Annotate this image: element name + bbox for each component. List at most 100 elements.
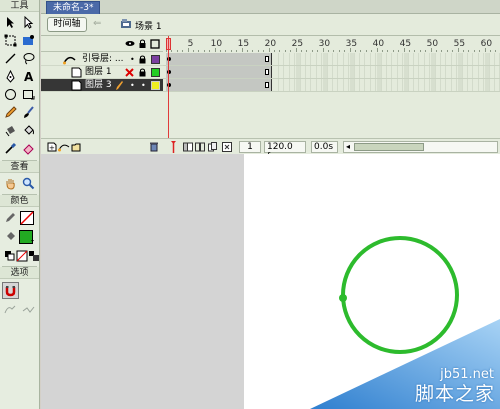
empty-frame[interactable] bbox=[420, 79, 425, 91]
edit-multiple-frames-icon[interactable] bbox=[208, 142, 218, 152]
empty-frame[interactable] bbox=[355, 53, 360, 65]
empty-frame[interactable] bbox=[393, 53, 398, 65]
scroll-left-arrow[interactable]: ◂ bbox=[346, 142, 350, 152]
layer-name[interactable]: 图层 3 bbox=[85, 80, 112, 91]
empty-frame[interactable] bbox=[452, 53, 458, 65]
empty-frame[interactable] bbox=[447, 53, 452, 65]
empty-frame[interactable] bbox=[285, 66, 290, 78]
insert-folder-icon[interactable] bbox=[71, 142, 81, 152]
empty-frame[interactable] bbox=[495, 66, 500, 78]
back-arrow-icon[interactable]: ⇐ bbox=[93, 18, 101, 29]
empty-frame[interactable] bbox=[398, 66, 404, 78]
empty-frame[interactable] bbox=[322, 79, 328, 91]
outline-all-icon[interactable] bbox=[150, 39, 160, 49]
empty-frame[interactable] bbox=[403, 53, 409, 65]
empty-frame[interactable] bbox=[360, 79, 366, 91]
empty-frame[interactable] bbox=[290, 66, 296, 78]
empty-frame[interactable] bbox=[414, 79, 420, 91]
empty-frame[interactable] bbox=[295, 79, 301, 91]
empty-frame[interactable] bbox=[339, 79, 344, 91]
selection-tool[interactable] bbox=[2, 14, 19, 31]
empty-frame[interactable] bbox=[403, 79, 409, 91]
empty-frame[interactable] bbox=[495, 79, 500, 91]
empty-frame[interactable] bbox=[468, 79, 474, 91]
empty-frame[interactable] bbox=[403, 66, 409, 78]
empty-frame[interactable] bbox=[441, 66, 447, 78]
pen-tool[interactable] bbox=[2, 68, 19, 85]
layer-outline-color[interactable] bbox=[151, 68, 160, 77]
empty-frame[interactable] bbox=[398, 53, 404, 65]
layer-name[interactable]: 图层 1 bbox=[85, 67, 112, 78]
eraser-tool[interactable] bbox=[20, 140, 37, 157]
frame-span[interactable] bbox=[166, 53, 272, 65]
empty-frame[interactable] bbox=[344, 66, 350, 78]
empty-frame[interactable] bbox=[295, 66, 301, 78]
empty-frame[interactable] bbox=[355, 79, 360, 91]
empty-frame[interactable] bbox=[441, 79, 447, 91]
hidden-x-icon[interactable] bbox=[125, 68, 134, 77]
empty-frame[interactable] bbox=[317, 53, 323, 65]
empty-frame[interactable] bbox=[387, 66, 393, 78]
current-frame-field[interactable]: 1 bbox=[239, 141, 261, 153]
empty-frame[interactable] bbox=[371, 53, 377, 65]
empty-frame[interactable] bbox=[414, 53, 420, 65]
empty-frame[interactable] bbox=[420, 53, 425, 65]
empty-frame[interactable] bbox=[306, 79, 312, 91]
empty-frame[interactable] bbox=[349, 79, 355, 91]
empty-frame[interactable] bbox=[468, 53, 474, 65]
elapsed-time-field[interactable]: 0.0s bbox=[311, 141, 338, 153]
empty-frame[interactable] bbox=[387, 79, 393, 91]
empty-frame[interactable] bbox=[306, 66, 312, 78]
empty-frame[interactable] bbox=[430, 79, 436, 91]
empty-frame[interactable] bbox=[349, 66, 355, 78]
empty-frame[interactable] bbox=[479, 79, 485, 91]
frame-span[interactable] bbox=[166, 79, 272, 91]
empty-frame[interactable] bbox=[425, 66, 431, 78]
fill-color-swatch[interactable] bbox=[18, 228, 35, 245]
empty-frame[interactable] bbox=[290, 79, 296, 91]
empty-frame[interactable] bbox=[463, 53, 468, 65]
brush-tool[interactable] bbox=[20, 104, 37, 121]
empty-frame[interactable] bbox=[339, 53, 344, 65]
empty-frame[interactable] bbox=[393, 66, 398, 78]
empty-frame[interactable] bbox=[317, 66, 323, 78]
empty-frame[interactable] bbox=[447, 66, 452, 78]
empty-frame[interactable] bbox=[360, 53, 366, 65]
empty-frame[interactable] bbox=[349, 53, 355, 65]
onion-outlines-icon[interactable] bbox=[195, 142, 205, 152]
empty-frame[interactable] bbox=[409, 53, 414, 65]
empty-frame[interactable] bbox=[474, 53, 479, 65]
empty-frame[interactable] bbox=[382, 79, 387, 91]
empty-frame[interactable] bbox=[420, 66, 425, 78]
empty-frame[interactable] bbox=[328, 53, 333, 65]
empty-frame[interactable] bbox=[317, 79, 323, 91]
layer-name[interactable]: 引导层: ... bbox=[82, 54, 123, 65]
stage[interactable]: jb51.net 脚本之家 bbox=[244, 154, 500, 409]
ink-bottle-tool[interactable] bbox=[2, 122, 19, 139]
empty-frame[interactable] bbox=[274, 79, 279, 91]
empty-frame[interactable] bbox=[306, 53, 312, 65]
empty-frame[interactable] bbox=[312, 79, 317, 91]
empty-frame[interactable] bbox=[490, 66, 495, 78]
empty-frame[interactable] bbox=[301, 79, 306, 91]
empty-frame[interactable] bbox=[360, 66, 366, 78]
zoom-tool[interactable] bbox=[20, 175, 37, 192]
frame-rate-field[interactable]: 120.0 fps bbox=[264, 141, 306, 162]
visibility-dot[interactable]: • bbox=[130, 55, 135, 64]
empty-frame[interactable] bbox=[322, 53, 328, 65]
lock-all-icon[interactable] bbox=[138, 39, 147, 49]
frame-span[interactable] bbox=[166, 66, 272, 78]
swap-colors-button[interactable] bbox=[25, 247, 42, 264]
empty-frame[interactable] bbox=[295, 53, 301, 65]
oval-tool[interactable] bbox=[2, 86, 19, 103]
empty-frame[interactable] bbox=[301, 53, 306, 65]
empty-frame[interactable] bbox=[382, 66, 387, 78]
empty-frame[interactable] bbox=[484, 79, 490, 91]
insert-layer-icon[interactable]: + bbox=[47, 142, 57, 152]
empty-frame[interactable] bbox=[414, 66, 420, 78]
eyedropper-tool[interactable] bbox=[2, 140, 19, 157]
timeline-toggle-button[interactable]: 时间轴 bbox=[47, 17, 87, 32]
lock-dot[interactable]: • bbox=[141, 81, 146, 90]
empty-frame[interactable] bbox=[484, 53, 490, 65]
empty-frame[interactable] bbox=[474, 79, 479, 91]
